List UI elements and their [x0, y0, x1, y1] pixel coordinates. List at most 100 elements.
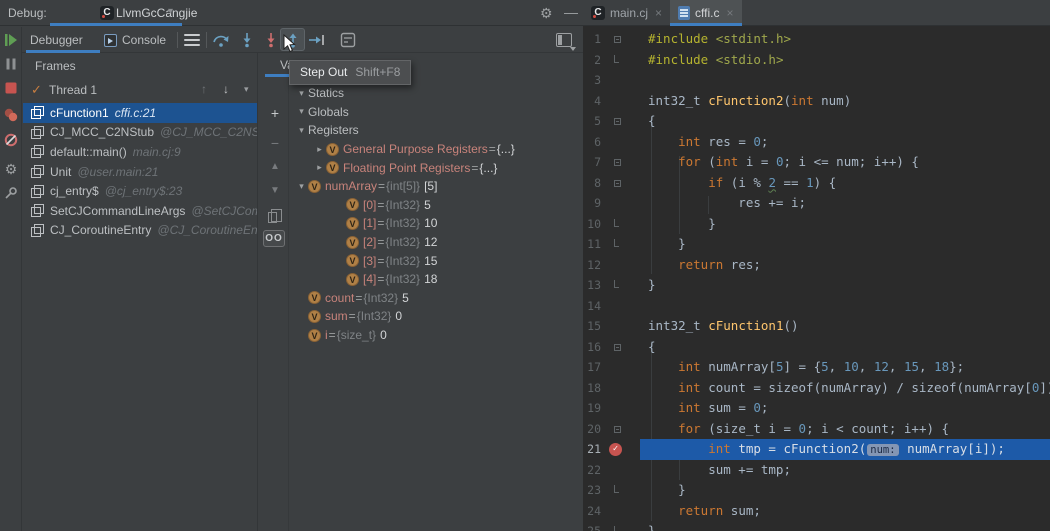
code-line-text: for (int i = 0; i <= num; i++) {: [640, 152, 1050, 173]
hamburger-menu-icon[interactable]: [184, 34, 200, 46]
thread-selector[interactable]: ✓ Thread 1 ↑ ↓ ▾: [23, 78, 258, 101]
code-line[interactable]: 14: [583, 296, 1050, 317]
code-line[interactable]: 9 res += i;: [583, 193, 1050, 214]
fold-marker-icon[interactable]: [614, 485, 619, 493]
code-line[interactable]: 4int32_t cFunction2(int num): [583, 91, 1050, 112]
code-line[interactable]: 10 }: [583, 214, 1050, 235]
frame-row[interactable]: SetCJCommandLineArgs@SetCJCommandLineArg…: [23, 201, 258, 221]
frame-up-icon[interactable]: ↑: [201, 82, 207, 96]
add-watch-icon[interactable]: +: [266, 105, 284, 121]
variable-row[interactable]: V[2] = {Int32}12: [293, 233, 583, 252]
fold-marker-icon[interactable]: [614, 280, 619, 288]
view-breakpoints-icon[interactable]: [3, 107, 19, 123]
pause-program-icon[interactable]: [3, 56, 19, 72]
frame-row[interactable]: cj_entry$@cj_entry$:23: [23, 181, 258, 201]
move-down-icon[interactable]: ▼: [266, 185, 284, 196]
variable-row[interactable]: ▾Registers: [293, 121, 583, 140]
frame-row[interactable]: CJ_MCC_C2NStub@CJ_MCC_C2NStub:7: [23, 123, 258, 143]
line-number: 7: [583, 152, 601, 173]
mute-breakpoints-icon[interactable]: [3, 132, 19, 148]
frame-down-icon[interactable]: ↓: [223, 82, 229, 96]
fold-marker-icon[interactable]: [614, 36, 621, 43]
remove-watch-icon[interactable]: −: [266, 135, 284, 151]
settings-gear-icon[interactable]: ⚙: [3, 161, 19, 177]
fold-marker-icon[interactable]: [614, 55, 619, 63]
code-line[interactable]: 24 return sum;: [583, 501, 1050, 522]
code-line[interactable]: 7 for (int i = 0; i <= num; i++) {: [583, 152, 1050, 173]
frame-row[interactable]: CJ_CoroutineEntry@CJ_CoroutineEntry:: [23, 221, 258, 241]
fold-marker-icon[interactable]: [614, 219, 619, 227]
frame-name: CJ_CoroutineEntry: [50, 223, 151, 237]
code-line-text: {: [640, 337, 1050, 358]
fold-marker-icon[interactable]: [614, 426, 621, 433]
stop-program-icon[interactable]: [3, 80, 19, 96]
fold-marker-icon[interactable]: [614, 526, 619, 531]
code-line[interactable]: 19 int sum = 0;: [583, 398, 1050, 419]
code-line[interactable]: 5{: [583, 111, 1050, 132]
variable-row[interactable]: ▾VnumArray = {int[5]}[5]: [293, 177, 583, 196]
code-line[interactable]: 13}: [583, 275, 1050, 296]
editor-tab-main-cj[interactable]: Cmain.cj×: [583, 0, 670, 26]
code-line[interactable]: 3: [583, 70, 1050, 91]
variable-row[interactable]: Vi = {size_t}0: [293, 326, 583, 345]
code-line[interactable]: 16{: [583, 337, 1050, 358]
code-line[interactable]: 8 if (i % 2 == 1) {: [583, 173, 1050, 194]
fold-marker-icon[interactable]: [614, 159, 621, 166]
variable-row[interactable]: Vcount = {Int32}5: [293, 289, 583, 308]
code-line[interactable]: 15int32_t cFunction1(): [583, 316, 1050, 337]
variable-row[interactable]: ▾Globals: [293, 103, 583, 122]
code-line[interactable]: 12 return res;: [583, 255, 1050, 276]
code-line[interactable]: 23 }: [583, 480, 1050, 501]
code-line[interactable]: 11 }: [583, 234, 1050, 255]
chevron-down-icon[interactable]: ▾: [244, 84, 249, 95]
close-icon[interactable]: ×: [655, 6, 662, 20]
code-line[interactable]: 25}: [583, 521, 1050, 531]
session-tab[interactable]: C LlvmGcCangjie ▾: [50, 0, 182, 26]
run-to-cursor-icon[interactable]: [308, 32, 326, 48]
variable-row[interactable]: V[4] = {Int32}18: [293, 270, 583, 289]
code-line[interactable]: 2#include <stdio.h>: [583, 50, 1050, 71]
fold-marker-icon[interactable]: [614, 239, 619, 247]
code-line[interactable]: 1#include <stdint.h>: [583, 29, 1050, 50]
tab-console[interactable]: Console: [104, 27, 166, 53]
equals-sign: =: [355, 291, 362, 305]
layout-settings-icon[interactable]: [556, 33, 572, 47]
variable-row[interactable]: V[1] = {Int32}10: [293, 214, 583, 233]
step-over-icon[interactable]: [212, 32, 230, 48]
gear-icon[interactable]: ⚙: [540, 5, 553, 22]
frame-row[interactable]: default::main()main.cj:9: [23, 142, 258, 162]
variable-row[interactable]: ▾Statics: [293, 84, 583, 103]
variable-row[interactable]: V[3] = {Int32}15: [293, 251, 583, 270]
variable-row[interactable]: V[0] = {Int32}5: [293, 196, 583, 215]
code-line[interactable]: 21✓ int tmp = cFunction2(num: numArray[i…: [583, 439, 1050, 460]
force-step-into-icon[interactable]: [262, 32, 280, 48]
code-line[interactable]: 17 int numArray[5] = {5, 10, 12, 15, 18}…: [583, 357, 1050, 378]
close-icon[interactable]: ×: [726, 6, 733, 20]
code-line[interactable]: 20 for (size_t i = 0; i < count; i++) {: [583, 419, 1050, 440]
duplicate-watch-icon[interactable]: [268, 212, 277, 223]
step-into-icon[interactable]: [238, 32, 256, 48]
code-area[interactable]: 1#include <stdint.h>2#include <stdio.h>3…: [583, 26, 1050, 531]
frame-row[interactable]: cFunction1cffi.c:21: [23, 103, 258, 123]
fold-marker-icon[interactable]: [614, 118, 621, 125]
fold-marker-icon[interactable]: [614, 180, 621, 187]
variable-row[interactable]: Vsum = {Int32}0: [293, 307, 583, 326]
fold-marker-icon[interactable]: [614, 344, 621, 351]
code-line[interactable]: 6 int res = 0;: [583, 132, 1050, 153]
resume-program-icon[interactable]: [3, 32, 19, 48]
variable-row[interactable]: ▸VFloating Point Registers = {...}: [293, 158, 583, 177]
frame-row[interactable]: Unit@user.main:21: [23, 162, 258, 182]
variable-row[interactable]: ▸VGeneral Purpose Registers = {...}: [293, 140, 583, 159]
code-line[interactable]: 18 int count = sizeof(numArray) / sizeof…: [583, 378, 1050, 399]
evaluate-expression-icon[interactable]: [340, 32, 358, 48]
show-watches-icon[interactable]: OO: [263, 230, 285, 247]
editor-tab-cffi-c[interactable]: cffi.c×: [670, 0, 741, 26]
move-up-icon[interactable]: ▲: [266, 161, 284, 172]
value-icon: V: [326, 161, 339, 174]
editor-tab-bar: Cmain.cj×cffi.c×: [583, 0, 1050, 26]
code-line[interactable]: 22 sum += tmp;: [583, 460, 1050, 481]
minimize-icon[interactable]: —: [564, 4, 577, 20]
pin-icon[interactable]: [3, 185, 19, 201]
breakpoint-icon[interactable]: ✓: [609, 443, 622, 456]
code-token: ] = {: [783, 359, 821, 374]
